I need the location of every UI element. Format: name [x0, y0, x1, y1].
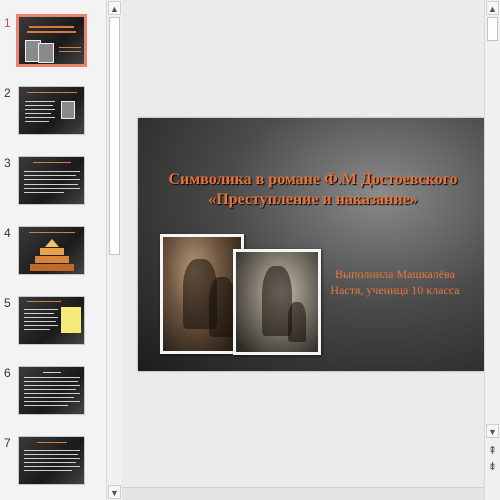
- thumbnail-preview: [18, 296, 85, 345]
- slide-scrollbar[interactable]: ▲ ▼ ⇞ ⇟: [484, 0, 500, 500]
- slide-thumbnail-2[interactable]: 2: [0, 86, 106, 144]
- previous-slide-icon[interactable]: ⇞: [486, 444, 499, 458]
- thumbnail-scrollbar[interactable]: ▲ ▼: [106, 0, 122, 500]
- thumbnail-preview: [18, 86, 85, 135]
- illustration-image[interactable]: [160, 234, 244, 354]
- slide-thumbnail-3[interactable]: 3: [0, 156, 106, 214]
- slide-thumbnail-7[interactable]: 7: [0, 436, 106, 494]
- slide-thumbnail-6[interactable]: 6: [0, 366, 106, 424]
- scroll-down-icon[interactable]: ▼: [108, 485, 121, 499]
- thumbnail-preview: [18, 366, 85, 415]
- scrollbar-thumb[interactable]: [487, 17, 498, 41]
- slide-number: 2: [4, 86, 11, 100]
- scroll-up-icon[interactable]: ▲: [486, 1, 499, 15]
- scrollbar-thumb[interactable]: [109, 17, 120, 255]
- scroll-up-icon[interactable]: ▲: [108, 1, 121, 15]
- slide-thumbnail-4[interactable]: 4: [0, 226, 106, 284]
- slide-thumbnail-1[interactable]: 1: [0, 14, 106, 74]
- slide-thumbnail-pane[interactable]: 1 2 3 4 5 6 7: [0, 0, 106, 500]
- slide-title[interactable]: Символика в романе Ф.М Достоевского «Пре…: [158, 170, 468, 210]
- next-slide-icon[interactable]: ⇟: [486, 460, 499, 474]
- slide-number: 4: [4, 226, 11, 240]
- slide-number: 3: [4, 156, 11, 170]
- slide-editing-area[interactable]: Символика в романе Ф.М Достоевского «Пре…: [122, 0, 484, 500]
- current-slide[interactable]: Символика в романе Ф.М Достоевского «Пре…: [138, 118, 484, 371]
- horizontal-scrollbar[interactable]: [122, 487, 484, 500]
- slide-number: 5: [4, 296, 11, 310]
- slide-number: 6: [4, 366, 11, 380]
- thumbnail-preview: [18, 156, 85, 205]
- slide-number: 1: [4, 16, 11, 30]
- slide-subtitle[interactable]: Выполнила Машкалёва Настя, ученица 10 кл…: [324, 266, 466, 298]
- slide-thumbnail-5[interactable]: 5: [0, 296, 106, 354]
- thumbnail-preview: [18, 226, 85, 275]
- thumbnail-preview: [16, 14, 87, 67]
- slide-number: 7: [4, 436, 11, 450]
- thumbnail-preview: [18, 436, 85, 485]
- scroll-down-icon[interactable]: ▼: [486, 424, 499, 438]
- illustration-image[interactable]: [233, 249, 321, 355]
